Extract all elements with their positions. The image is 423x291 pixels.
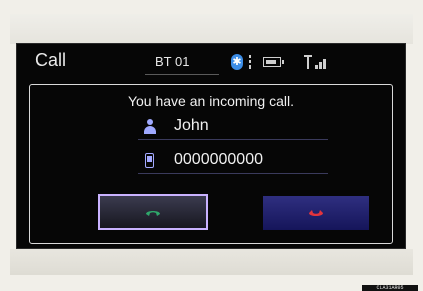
status-bar: Call BT 01 ✱ xyxy=(17,44,405,80)
accept-call-button[interactable] xyxy=(98,194,208,230)
incoming-call-message: You have an incoming call. xyxy=(127,93,295,109)
accept-call-handset-icon xyxy=(146,210,160,216)
bezel-bottom-frame xyxy=(10,249,413,275)
decline-call-handset-icon xyxy=(309,209,323,216)
caller-name: John xyxy=(174,117,209,134)
bezel-top-frame xyxy=(10,14,413,44)
bluetooth-icon: ✱ xyxy=(231,54,243,70)
person-icon xyxy=(144,119,156,134)
head-unit-bezel: Call BT 01 ✱ You have an incoming call. xyxy=(0,0,423,291)
connected-device-name: BT 01 xyxy=(155,54,190,69)
figure-code-label: CLA31AR05 xyxy=(362,285,418,291)
signal-icon xyxy=(304,55,329,69)
decline-call-button[interactable] xyxy=(263,196,369,230)
display-screen: Call BT 01 ✱ You have an incoming call. xyxy=(16,43,406,249)
incoming-call-dialog: You have an incoming call. John 00000000… xyxy=(29,84,393,244)
caller-number: 0000000000 xyxy=(174,151,263,168)
battery-icon xyxy=(263,57,284,67)
bluetooth-connection-bars-icon xyxy=(247,55,253,69)
caller-number-row: 0000000000 xyxy=(138,149,328,174)
screen-title: Call xyxy=(35,50,67,70)
caller-name-row: John xyxy=(138,115,328,140)
device-name-underline xyxy=(145,74,219,75)
mobile-phone-icon xyxy=(145,153,154,168)
